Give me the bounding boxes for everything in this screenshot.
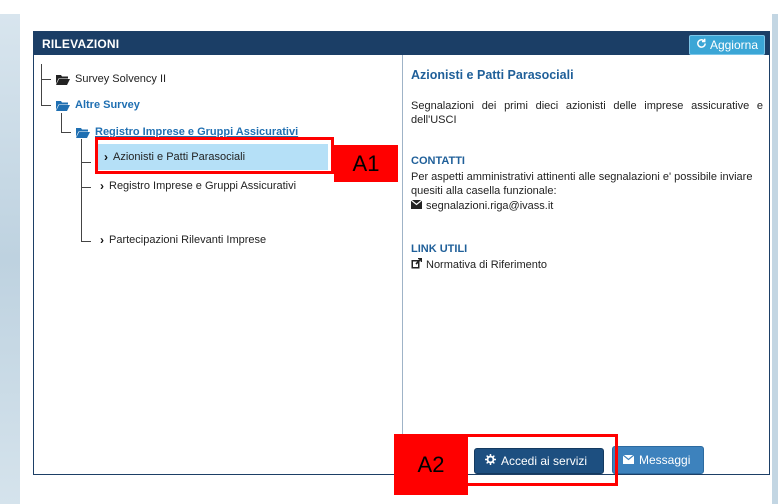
refresh-icon <box>696 36 707 54</box>
tree-connector <box>81 139 82 241</box>
tree-connector <box>81 241 91 242</box>
refresh-button[interactable]: Aggiorna <box>688 35 765 55</box>
annotation-a2-frame <box>465 434 618 486</box>
normativa-link[interactable]: Normativa di Riferimento <box>426 259 547 271</box>
contacts-text: Per aspetti amministrativi attinenti all… <box>411 171 753 197</box>
annotation-a1-frame <box>95 137 334 174</box>
panel-header: RILEVAZIONI Aggiorna <box>34 32 769 55</box>
refresh-label: Aggiorna <box>709 38 758 52</box>
background-right <box>772 14 778 504</box>
folder-open-icon <box>56 74 70 85</box>
links-heading: LINK UTILI <box>411 243 468 255</box>
email-link[interactable]: segnalazioni.riga@ivass.it <box>426 200 553 212</box>
email-row[interactable]: segnalazioni.riga@ivass.it <box>410 199 553 212</box>
folder-open-icon <box>76 127 90 138</box>
tree-item-label: Partecipazioni Rilevanti Imprese <box>109 234 267 246</box>
tree-item-survey-solvency[interactable]: Survey Solvency II <box>56 73 166 85</box>
envelope-icon <box>410 199 423 212</box>
tree-connector <box>81 187 91 188</box>
chevron-right-icon: › <box>100 179 104 193</box>
detail-title: Azionisti e Patti Parasociali <box>411 68 574 82</box>
tree-item-altre-survey[interactable]: Altre Survey <box>56 99 140 111</box>
messaggi-label: Messaggi <box>639 453 691 467</box>
tree-connector <box>81 162 91 163</box>
tree-connector <box>41 105 51 106</box>
rilevazioni-panel: RILEVAZIONI Aggiorna Survey Solvency II <box>33 31 770 475</box>
chevron-right-icon: › <box>100 233 104 247</box>
messaggi-button[interactable]: Messaggi <box>612 446 704 474</box>
annotation-a2-label: A2 <box>394 434 468 495</box>
tree-connector <box>41 79 51 80</box>
detail-pane: Azionisti e Patti Parasociali Segnalazio… <box>403 55 769 474</box>
page-top-bar <box>0 0 778 14</box>
folder-open-icon <box>56 100 70 111</box>
background-left <box>0 14 20 504</box>
tree-item-registro-imprese[interactable]: › Registro Imprese e Gruppi Assicurativi <box>100 179 296 193</box>
tree-item-label: Registro Imprese e Gruppi Assicurativi <box>109 180 297 192</box>
tree-pane: Survey Solvency II Altre Survey Registro… <box>34 55 403 474</box>
annotation-a1-label: A1 <box>334 145 398 182</box>
tree-item-label: Survey Solvency II <box>75 73 167 85</box>
tree-connector <box>61 113 62 133</box>
tree-connector <box>61 132 71 133</box>
detail-description: Segnalazioni dei primi dieci azionisti d… <box>411 100 763 126</box>
contacts-heading: CONTATTI <box>411 155 465 167</box>
normativa-link-row[interactable]: Normativa di Riferimento <box>411 257 547 272</box>
external-link-icon <box>411 257 423 272</box>
envelope-icon <box>622 453 635 467</box>
tree-item-label: Altre Survey <box>75 99 140 111</box>
tree-item-partecipazioni[interactable]: › Partecipazioni Rilevanti Imprese <box>100 233 266 247</box>
panel-title: RILEVAZIONI <box>42 37 120 51</box>
tree-connector <box>41 64 42 106</box>
